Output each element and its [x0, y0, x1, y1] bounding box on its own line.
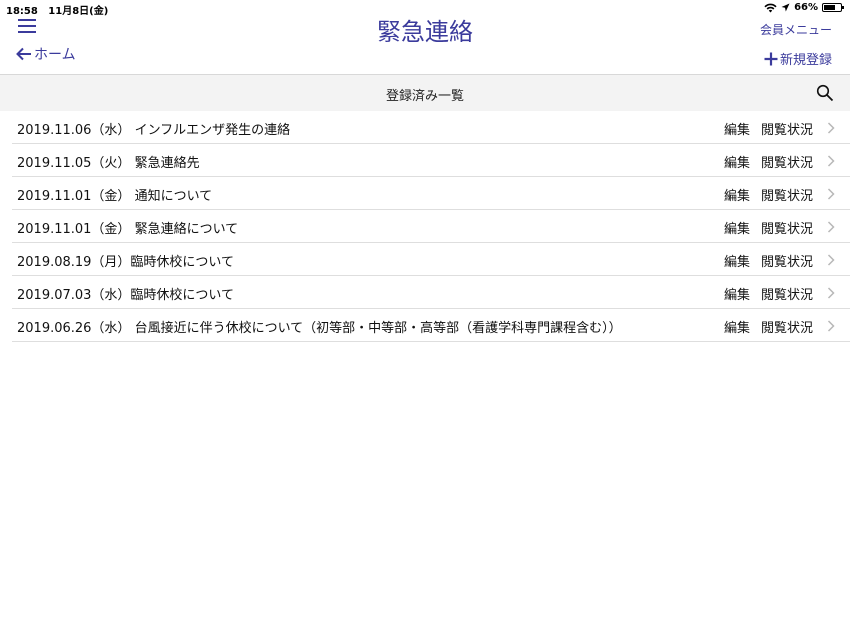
list-item-title: 2019.11.01（金） 通知について	[17, 189, 213, 204]
list-item-title: 2019.11.01（金） 緊急連絡について	[17, 222, 239, 237]
wifi-icon	[764, 3, 777, 12]
edit-button[interactable]: 編集	[724, 119, 750, 138]
view-status-button[interactable]: 閲覧状況	[761, 152, 813, 171]
edit-button[interactable]: 編集	[724, 251, 750, 270]
list-item-title: 2019.07.03（水）臨時休校について	[17, 288, 235, 303]
chevron-right-icon	[827, 287, 835, 299]
list-item[interactable]: 2019.11.01（金） 緊急連絡について 編集 閲覧状況	[12, 210, 850, 243]
list-item-title: 2019.08.19（月）臨時休校について	[17, 255, 235, 270]
battery-fill	[824, 5, 835, 10]
page-title: 緊急連絡	[377, 18, 473, 46]
section-title: 登録済み一覧	[385, 89, 464, 104]
view-status-button[interactable]: 閲覧状況	[761, 317, 813, 336]
section-header: 登録済み一覧	[0, 74, 850, 111]
registered-list: 2019.11.06（水） インフルエンザ発生の連絡 編集 閲覧状況 2019.11.…	[12, 111, 850, 342]
view-status-button[interactable]: 閲覧状況	[761, 251, 813, 270]
navigation-bar: ホーム 緊急連絡 会員メニュー 新規登録	[0, 16, 850, 74]
location-arrow-icon	[781, 3, 790, 12]
edit-button[interactable]: 編集	[724, 218, 750, 237]
list-item[interactable]: 2019.08.19（月）臨時休校について 編集 閲覧状況	[12, 243, 850, 276]
chevron-right-icon	[827, 188, 835, 200]
plus-icon	[764, 52, 778, 65]
list-item[interactable]: 2019.07.03（水）臨時休校について 編集 閲覧状況	[12, 276, 850, 309]
new-register-label: 新規登録	[779, 53, 832, 68]
battery-icon	[822, 3, 844, 12]
chevron-right-icon	[827, 221, 835, 233]
edit-button[interactable]: 編集	[724, 317, 750, 336]
edit-button[interactable]: 編集	[724, 185, 750, 204]
member-menu-link[interactable]: 会員メニュー	[760, 21, 832, 38]
status-indicators: 66%	[764, 2, 844, 13]
view-status-button[interactable]: 閲覧状況	[761, 284, 813, 303]
chevron-right-icon	[827, 320, 835, 332]
list-item[interactable]: 2019.11.06（水） インフルエンザ発生の連絡 編集 閲覧状況	[12, 111, 850, 144]
view-status-button[interactable]: 閲覧状況	[761, 119, 813, 138]
list-item[interactable]: 2019.11.05（火） 緊急連絡先 編集 閲覧状況	[12, 144, 850, 177]
chevron-right-icon	[827, 254, 835, 266]
search-icon[interactable]	[816, 84, 834, 102]
list-item-title: 2019.11.06（水） インフルエンザ発生の連絡	[17, 123, 291, 138]
view-status-button[interactable]: 閲覧状況	[761, 185, 813, 204]
battery-percent: 66%	[794, 2, 818, 13]
arrow-left-icon	[16, 47, 31, 61]
list-item[interactable]: 2019.06.26（水） 台風接近に伴う休校について（初等部・中等部・高等部（…	[12, 309, 850, 342]
list-item[interactable]: 2019.11.01（金） 通知について 編集 閲覧状況	[12, 177, 850, 210]
list-item-title: 2019.06.26（水） 台風接近に伴う休校について（初等部・中等部・高等部（…	[17, 321, 622, 336]
status-time-date: 18:58 11月8日(金)	[6, 2, 108, 17]
edit-button[interactable]: 編集	[724, 284, 750, 303]
status-bar: 18:58 11月8日(金) 66%	[0, 0, 850, 17]
chevron-right-icon	[827, 122, 835, 134]
list-item-title: 2019.11.05（火） 緊急連絡先	[17, 156, 200, 171]
view-status-button[interactable]: 閲覧状況	[761, 218, 813, 237]
edit-button[interactable]: 編集	[724, 152, 750, 171]
chevron-right-icon	[827, 155, 835, 167]
new-register-button[interactable]: 新規登録	[764, 49, 832, 68]
